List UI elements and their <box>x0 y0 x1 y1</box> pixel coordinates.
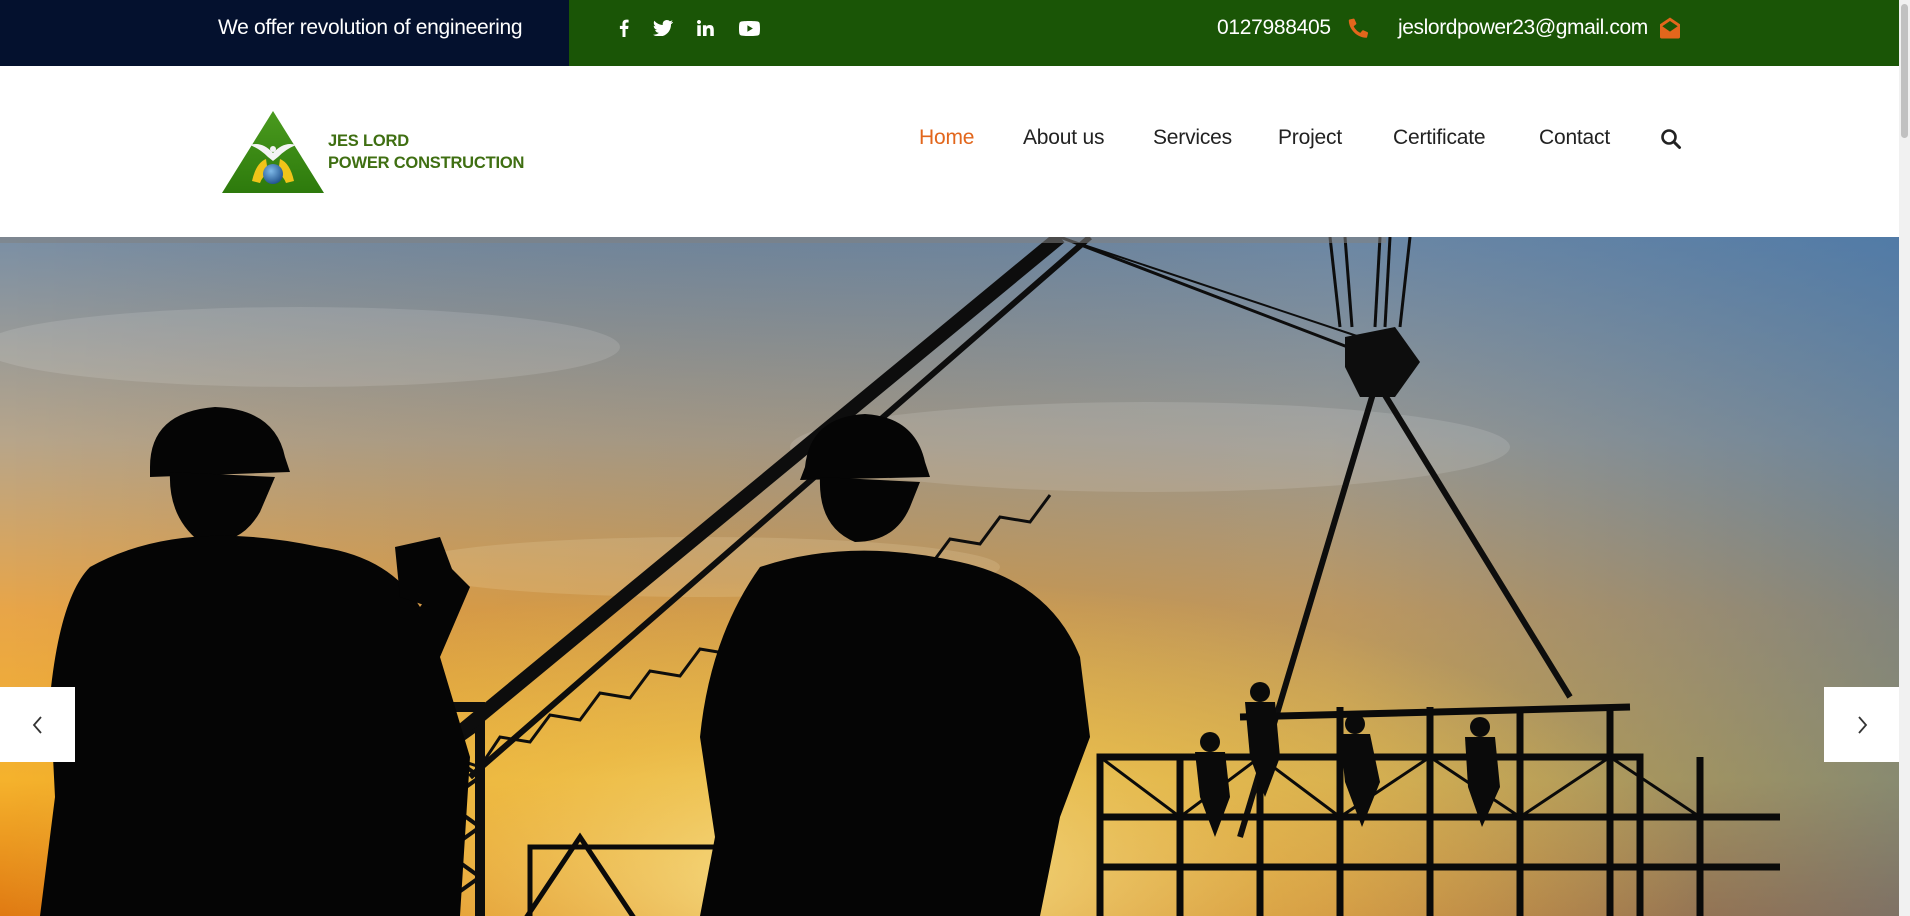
nav-about-us[interactable]: About us <box>1023 126 1104 150</box>
logo-text-line2: POWER CONSTRUCTION <box>328 154 525 172</box>
facebook-icon[interactable] <box>611 16 637 40</box>
nav-project[interactable]: Project <box>1278 126 1342 150</box>
search-icon[interactable] <box>1660 128 1682 150</box>
linkedin-icon[interactable] <box>692 16 718 40</box>
chevron-right-icon <box>1857 715 1867 734</box>
site-header: JES LORD POWER CONSTRUCTION Home About u… <box>0 66 1899 237</box>
twitter-icon[interactable] <box>650 16 676 40</box>
email-address[interactable]: jeslordpower23@gmail.com <box>1398 16 1648 40</box>
nav-contact[interactable]: Contact <box>1539 126 1610 150</box>
chevron-left-icon <box>32 715 42 734</box>
phone-number[interactable]: 0127988405 <box>1217 16 1331 40</box>
hero-slider <box>0 237 1899 916</box>
nav-certificate[interactable]: Certificate <box>1393 126 1486 150</box>
tagline-text: We offer revolution of engineering <box>218 16 523 39</box>
nav-home[interactable]: Home <box>919 126 974 150</box>
slide-progress-bar <box>0 237 1387 243</box>
tagline-box: We offer revolution of engineering <box>0 0 569 66</box>
logo-emblem <box>222 111 324 193</box>
company-logo[interactable]: JES LORD POWER CONSTRUCTION <box>222 111 532 193</box>
phone-icon <box>1346 16 1370 40</box>
slider-prev-button[interactable] <box>0 687 75 762</box>
scrollbar-thumb[interactable] <box>1901 4 1908 138</box>
envelope-open-icon <box>1658 16 1682 40</box>
top-bar: We offer revolution of engineering 01279… <box>0 0 1899 66</box>
youtube-icon[interactable] <box>736 16 762 40</box>
slider-next-button[interactable] <box>1824 687 1899 762</box>
logo-text-line1: JES LORD <box>328 132 409 150</box>
page-scrollbar[interactable] <box>1899 0 1910 916</box>
nav-services[interactable]: Services <box>1153 126 1232 150</box>
hero-image-construction-silhouette <box>0 237 1899 916</box>
